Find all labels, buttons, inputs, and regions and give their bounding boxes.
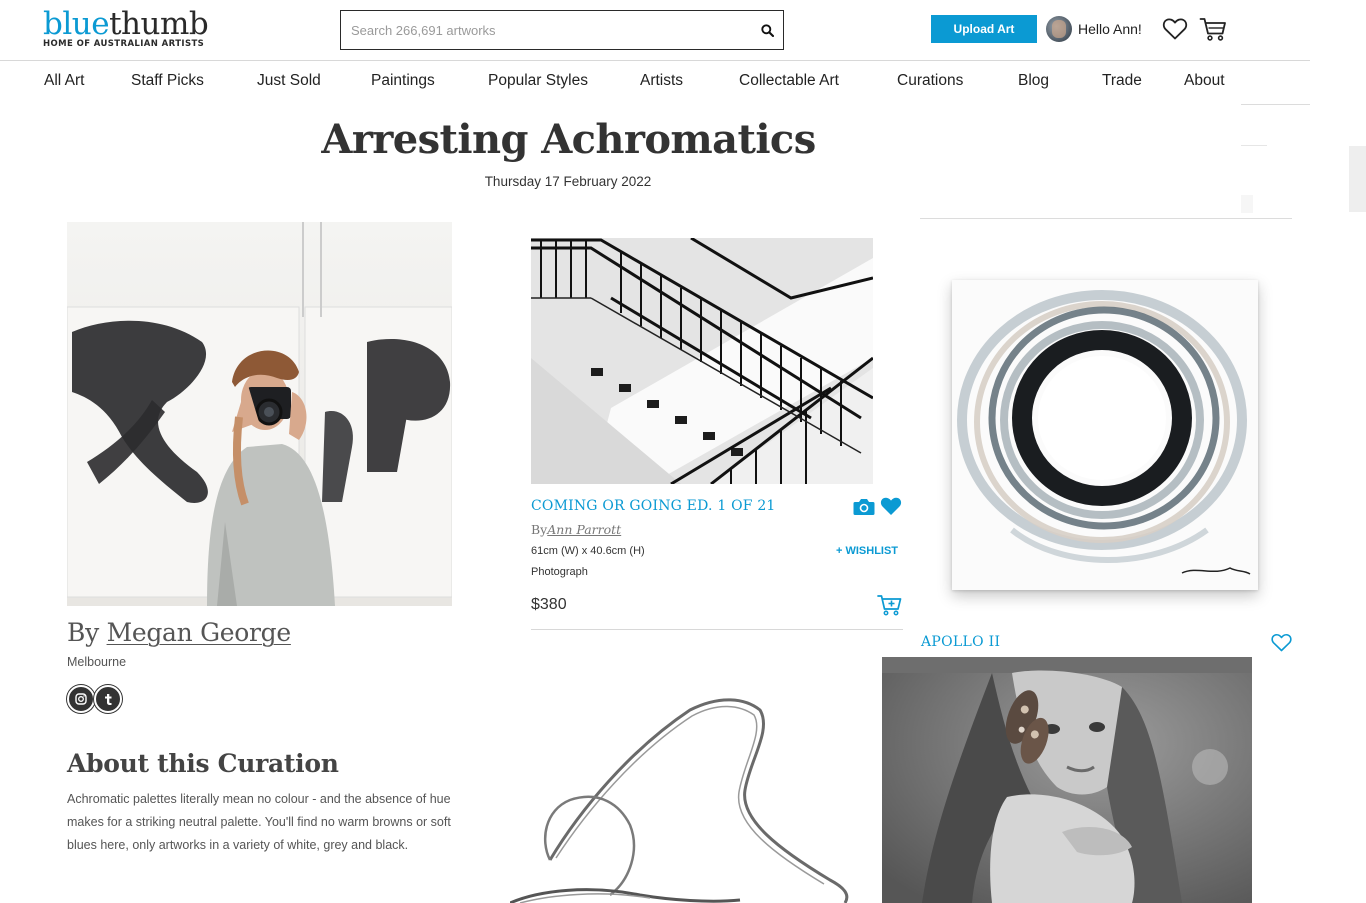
nav-item-blog[interactable]: Blog <box>1018 72 1049 90</box>
logo-text-blue: blue <box>43 6 110 42</box>
search-input[interactable] <box>341 11 751 49</box>
about-text: Achromatic palettes literally mean no co… <box>67 792 451 852</box>
artwork-dimensions: 61cm (W) x 40.6cm (H) <box>531 545 645 557</box>
add-to-cart-icon[interactable] <box>877 594 903 616</box>
dropdown-divider <box>1241 104 1310 105</box>
nav-item-about[interactable]: About <box>1184 72 1225 90</box>
artwork-price: $380 <box>531 596 567 613</box>
nav-item-curations[interactable]: Curations <box>897 72 963 90</box>
avatar <box>1046 16 1072 42</box>
byline-prefix: By <box>67 618 99 647</box>
nav-item-artists[interactable]: Artists <box>640 72 683 90</box>
nav-item-popular-styles[interactable]: Popular Styles <box>488 72 588 90</box>
curator-byline: By Megan George <box>67 618 291 647</box>
artwork-title-link[interactable]: APOLLO II <box>921 634 1000 650</box>
card-divider <box>531 629 903 630</box>
main-nav: All Art Staff Picks Just Sold Paintings … <box>0 72 1310 94</box>
artwork-title-link[interactable]: COMING OR GOING ED. 1 OF 21 <box>531 498 776 514</box>
artwork-artist: ByAnn Parrott <box>531 522 621 537</box>
dropdown-divider <box>1241 145 1267 146</box>
artwork-canvas <box>952 280 1258 590</box>
nav-item-all-art[interactable]: All Art <box>44 72 84 90</box>
upload-art-button[interactable]: Upload Art <box>931 15 1037 43</box>
user-menu[interactable]: Hello Ann! <box>1046 16 1142 42</box>
artwork-image-line-drawing[interactable] <box>510 690 870 903</box>
artwork-medium: Photograph <box>531 566 588 578</box>
search-button[interactable] <box>751 11 783 49</box>
artwork-image-coming-or-going[interactable] <box>531 238 873 484</box>
scrollbar-thumb[interactable] <box>1349 146 1366 212</box>
about-heading: About this Curation <box>67 749 339 778</box>
column-divider <box>920 218 1292 219</box>
tumblr-icon[interactable] <box>94 685 122 713</box>
search-box <box>340 10 784 50</box>
logo-tagline: HOME OF AUSTRALIAN ARTISTS <box>43 39 205 49</box>
nav-item-trade[interactable]: Trade <box>1102 72 1142 90</box>
dropdown-fragment <box>1241 195 1253 213</box>
artwork-image-portrait[interactable] <box>882 657 1252 903</box>
instagram-icon[interactable] <box>67 685 95 713</box>
page-title: Arresting Achromatics <box>321 116 816 163</box>
social-links <box>67 685 122 713</box>
nav-item-staff-picks[interactable]: Staff Picks <box>131 72 204 90</box>
heart-outline-icon[interactable] <box>1162 17 1188 41</box>
site-logo[interactable]: bluethumb HOME OF AUSTRALIAN ARTISTS <box>43 6 209 49</box>
logo-text-dark: thumb <box>109 6 209 42</box>
heart-outline-icon[interactable] <box>1271 633 1292 652</box>
curator-city: Melbourne <box>67 655 127 669</box>
artist-prefix: By <box>531 522 548 537</box>
nav-item-collectable-art[interactable]: Collectable Art <box>739 72 839 90</box>
add-to-wishlist-link[interactable]: + WISHLIST <box>836 545 898 557</box>
nav-item-just-sold[interactable]: Just Sold <box>257 72 321 90</box>
curator-name-link[interactable]: Megan George <box>107 618 292 647</box>
curator-photo <box>67 222 452 606</box>
header-divider <box>0 60 1310 61</box>
search-icon <box>760 23 774 37</box>
artist-name-link[interactable]: Ann Parrott <box>547 522 621 537</box>
cart-icon[interactable] <box>1199 16 1227 42</box>
camera-icon <box>853 499 875 515</box>
nav-item-paintings[interactable]: Paintings <box>371 72 435 90</box>
curation-date: Thursday 17 February 2022 <box>484 174 652 189</box>
artwork-image-apollo-ii[interactable] <box>940 268 1270 608</box>
heart-filled-icon[interactable] <box>880 496 902 516</box>
user-greeting: Hello Ann! <box>1078 21 1142 37</box>
